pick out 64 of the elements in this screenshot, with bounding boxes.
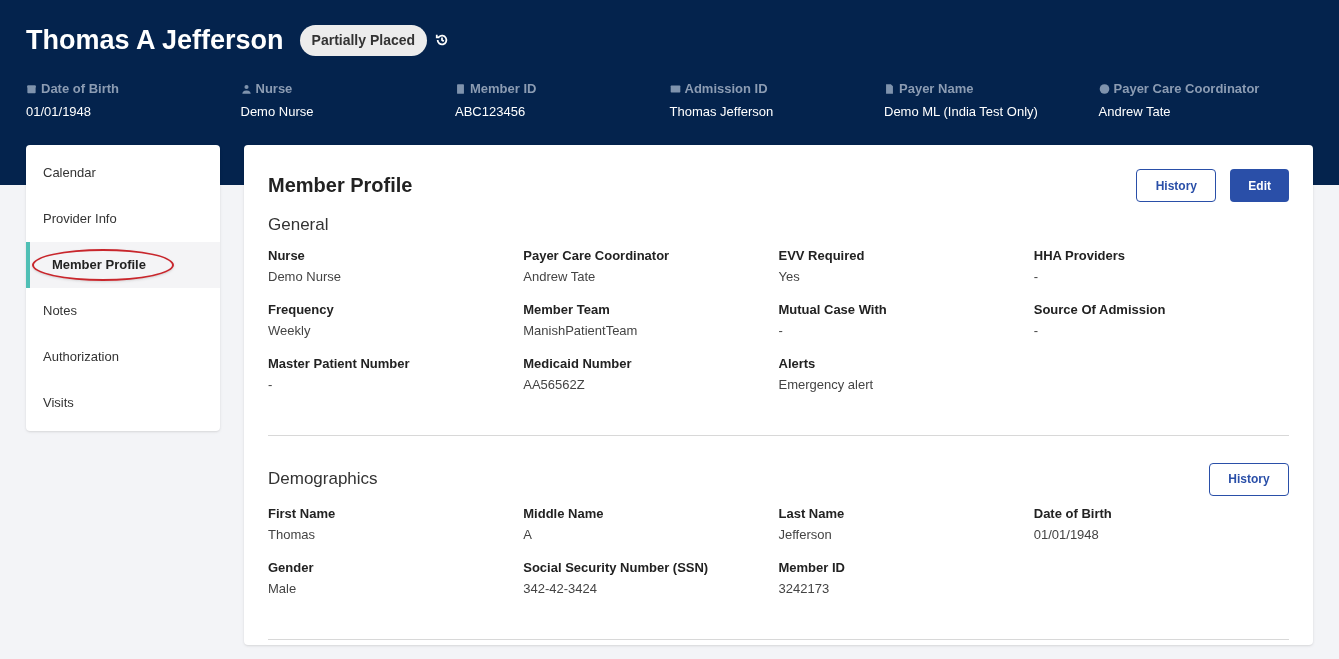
- field-label: Alerts: [778, 354, 817, 373]
- history-button[interactable]: History: [1209, 462, 1289, 496]
- field-label: HHA Providers: [1033, 246, 1127, 265]
- field-value: Demo Nurse: [240, 102, 315, 121]
- field-label: Admission ID: [684, 80, 768, 98]
- field-value: Demo ML (India Test Only): [884, 102, 1039, 121]
- field-label: Middle Name: [523, 504, 605, 523]
- field-value: -: [268, 376, 274, 394]
- field-label: Mutual Case With: [778, 300, 888, 319]
- field-value: ManishPatientTeam: [523, 322, 639, 340]
- field-label: Member ID: [778, 558, 846, 577]
- history-button[interactable]: History: [1136, 169, 1217, 202]
- field-label: Source Of Admission: [1033, 300, 1167, 319]
- field-label: Gender: [268, 558, 315, 577]
- nurse-icon: [240, 82, 252, 95]
- field-label: Member Team: [523, 300, 611, 319]
- field-value: 3242173: [778, 580, 831, 598]
- field-value: -: [1033, 322, 1040, 340]
- section-title: General: [268, 214, 329, 236]
- section-title: Demographics: [268, 468, 378, 491]
- field-label: Member ID: [470, 80, 537, 98]
- field-label: EVV Required: [778, 246, 866, 265]
- field-value: 342-42-3424: [523, 580, 598, 598]
- field-label: Medicaid Number: [523, 354, 633, 373]
- patient-name: Thomas A Jefferson: [26, 23, 284, 57]
- field-value: Thomas: [268, 526, 316, 544]
- field-value: Thomas Jefferson: [669, 102, 775, 121]
- field-value: 01/01/1948: [1033, 526, 1100, 544]
- field-value: -: [1033, 268, 1040, 286]
- field-value: Yes: [778, 268, 801, 286]
- page-title: Member Profile: [268, 173, 413, 198]
- field-value: 01/01/1948: [26, 102, 93, 121]
- field-value: Male: [268, 580, 298, 598]
- field-label: Nurse: [268, 246, 306, 265]
- field-value: Andrew Tate: [523, 268, 597, 286]
- field-label: Payer Name: [899, 80, 974, 98]
- field-label: First Name: [268, 504, 337, 523]
- sidebar-item[interactable]: Provider Info: [26, 196, 220, 242]
- field-label: Social Security Number (SSN): [523, 558, 710, 577]
- field-value: Andrew Tate: [1098, 102, 1172, 121]
- field-label: Date of Birth: [1033, 504, 1113, 523]
- field-value: Jefferson: [778, 526, 833, 544]
- sidebar-item[interactable]: Authorization: [26, 334, 220, 380]
- field-value: -: [778, 322, 784, 340]
- field-label: Date of Birth: [41, 80, 119, 98]
- field-label: Payer Care Coordinator: [523, 246, 671, 265]
- field-label: Frequency: [268, 300, 335, 319]
- field-label: Nurse: [255, 80, 293, 98]
- field-value: A: [523, 526, 533, 544]
- field-label: Last Name: [778, 504, 846, 523]
- field-label: Master Patient Number: [268, 354, 411, 373]
- sidebar-item[interactable]: Member Profile: [26, 242, 220, 288]
- sidebar-item[interactable]: Calendar: [26, 150, 220, 196]
- edit-button[interactable]: Edit: [1230, 169, 1289, 202]
- field-value: Weekly: [268, 322, 312, 340]
- sidebar-item[interactable]: Notes: [26, 288, 220, 334]
- history-icon[interactable]: [435, 33, 450, 47]
- field-value: AA56562Z: [523, 376, 586, 394]
- document-icon: [884, 82, 895, 95]
- field-value: ABC123456: [455, 102, 527, 121]
- sidebar-item[interactable]: Visits: [26, 380, 220, 426]
- field-value: Emergency alert: [778, 376, 875, 394]
- field-value: Demo Nurse: [268, 268, 342, 286]
- field-label: Payer Care Coordinator: [1113, 80, 1260, 98]
